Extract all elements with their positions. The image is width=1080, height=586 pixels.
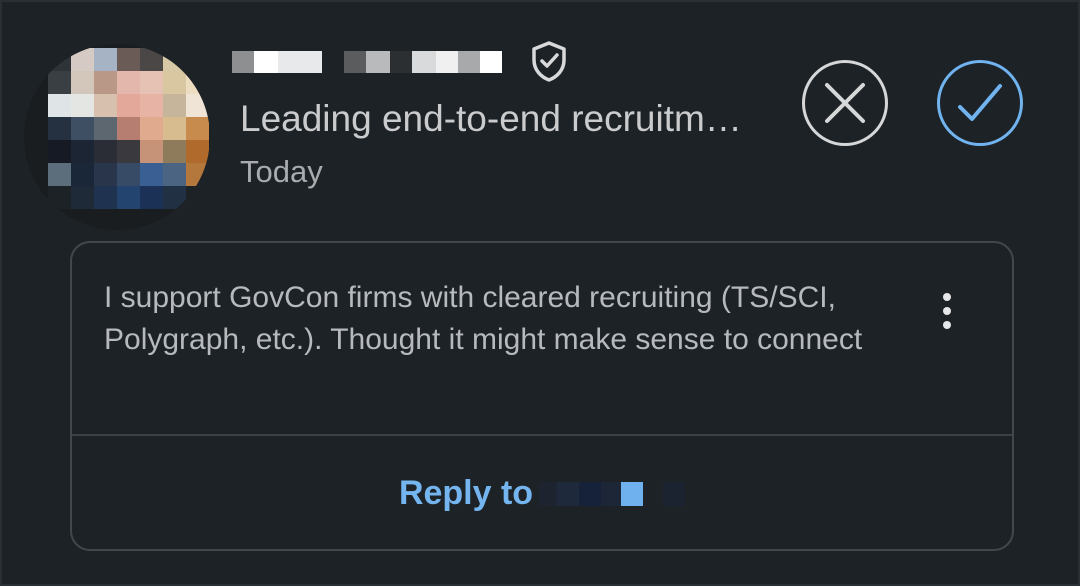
verified-shield-check-icon [532, 41, 566, 82]
reply-button[interactable]: Reply to [72, 436, 1012, 551]
accept-invitation-button[interactable] [937, 60, 1023, 146]
reply-label: Reply to [398, 474, 534, 512]
invitation-panel: Leading end-to-end recruitm… Today I sup… [0, 0, 1080, 586]
avatar[interactable] [24, 44, 210, 230]
invitation-time: Today [240, 154, 323, 189]
more-options-icon[interactable] [932, 289, 962, 333]
sender-headline: Leading end-to-end recruitm… [240, 98, 742, 139]
ignore-invitation-button[interactable] [802, 60, 888, 146]
check-icon [958, 84, 1002, 121]
sender-name-redacted[interactable] [232, 42, 502, 82]
invitation-message: I support GovCon firms with cleared recr… [104, 281, 863, 356]
invitation-message-card: I support GovCon firms with cleared recr… [70, 241, 1014, 551]
reply-recipient-redacted [539, 481, 686, 506]
avatar-pixelated-image [48, 48, 209, 209]
close-icon [825, 83, 865, 123]
